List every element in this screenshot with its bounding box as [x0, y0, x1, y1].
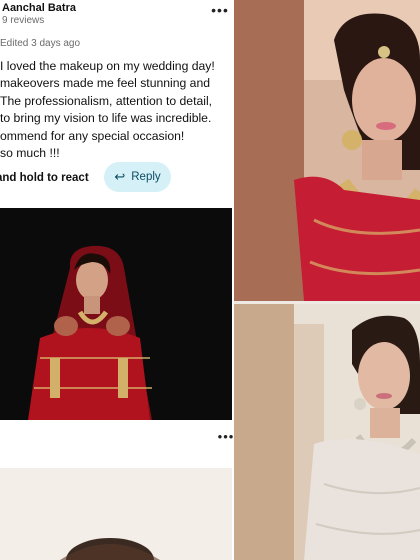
bride-engagement-image — [234, 304, 420, 560]
reply-arrow-icon: ↩ — [114, 169, 126, 184]
review-line: ommend for any special occasion! — [0, 128, 185, 143]
bride-portrait-dark-image — [0, 208, 232, 420]
review-line: makeovers made me feel stunning and — [0, 76, 211, 91]
reply-button[interactable]: ↩ Reply — [104, 162, 171, 192]
more-horizontal-icon: ••• — [211, 2, 229, 18]
more-options-button[interactable]: ••• — [211, 2, 229, 18]
review-line: The professionalism, attention to detail… — [0, 93, 213, 108]
review-photo-2[interactable] — [234, 0, 420, 301]
reply-label: Reply — [131, 171, 161, 183]
review-line: I loved the makeup on my wedding day! — [0, 59, 215, 73]
edited-timestamp: Edited 3 days ago — [0, 38, 81, 49]
review-photo-4[interactable] — [234, 304, 420, 560]
bride-portrait-partial-image — [0, 468, 232, 560]
more-options-button-2[interactable]: ••• — [217, 429, 233, 444]
more-horizontal-icon: ••• — [217, 429, 233, 444]
photo-grid-column — [234, 0, 420, 560]
review-line: to bring my vision to life was incredibl… — [0, 111, 212, 126]
review-line: so much !!! — [0, 146, 60, 161]
reviewer-name[interactable]: Aanchal Batra — [2, 2, 76, 14]
review-photo-3[interactable] — [0, 468, 232, 560]
hold-to-react-hint: and hold to react — [0, 172, 89, 184]
review-card: Aanchal Batra 9 reviews ••• Edited 3 day… — [0, 0, 233, 560]
review-text: I loved the makeup on my wedding day! ma… — [0, 58, 232, 162]
bride-closeup-image — [234, 0, 420, 301]
reviewer-review-count: 9 reviews — [2, 15, 45, 26]
review-photo-1[interactable] — [0, 208, 232, 420]
